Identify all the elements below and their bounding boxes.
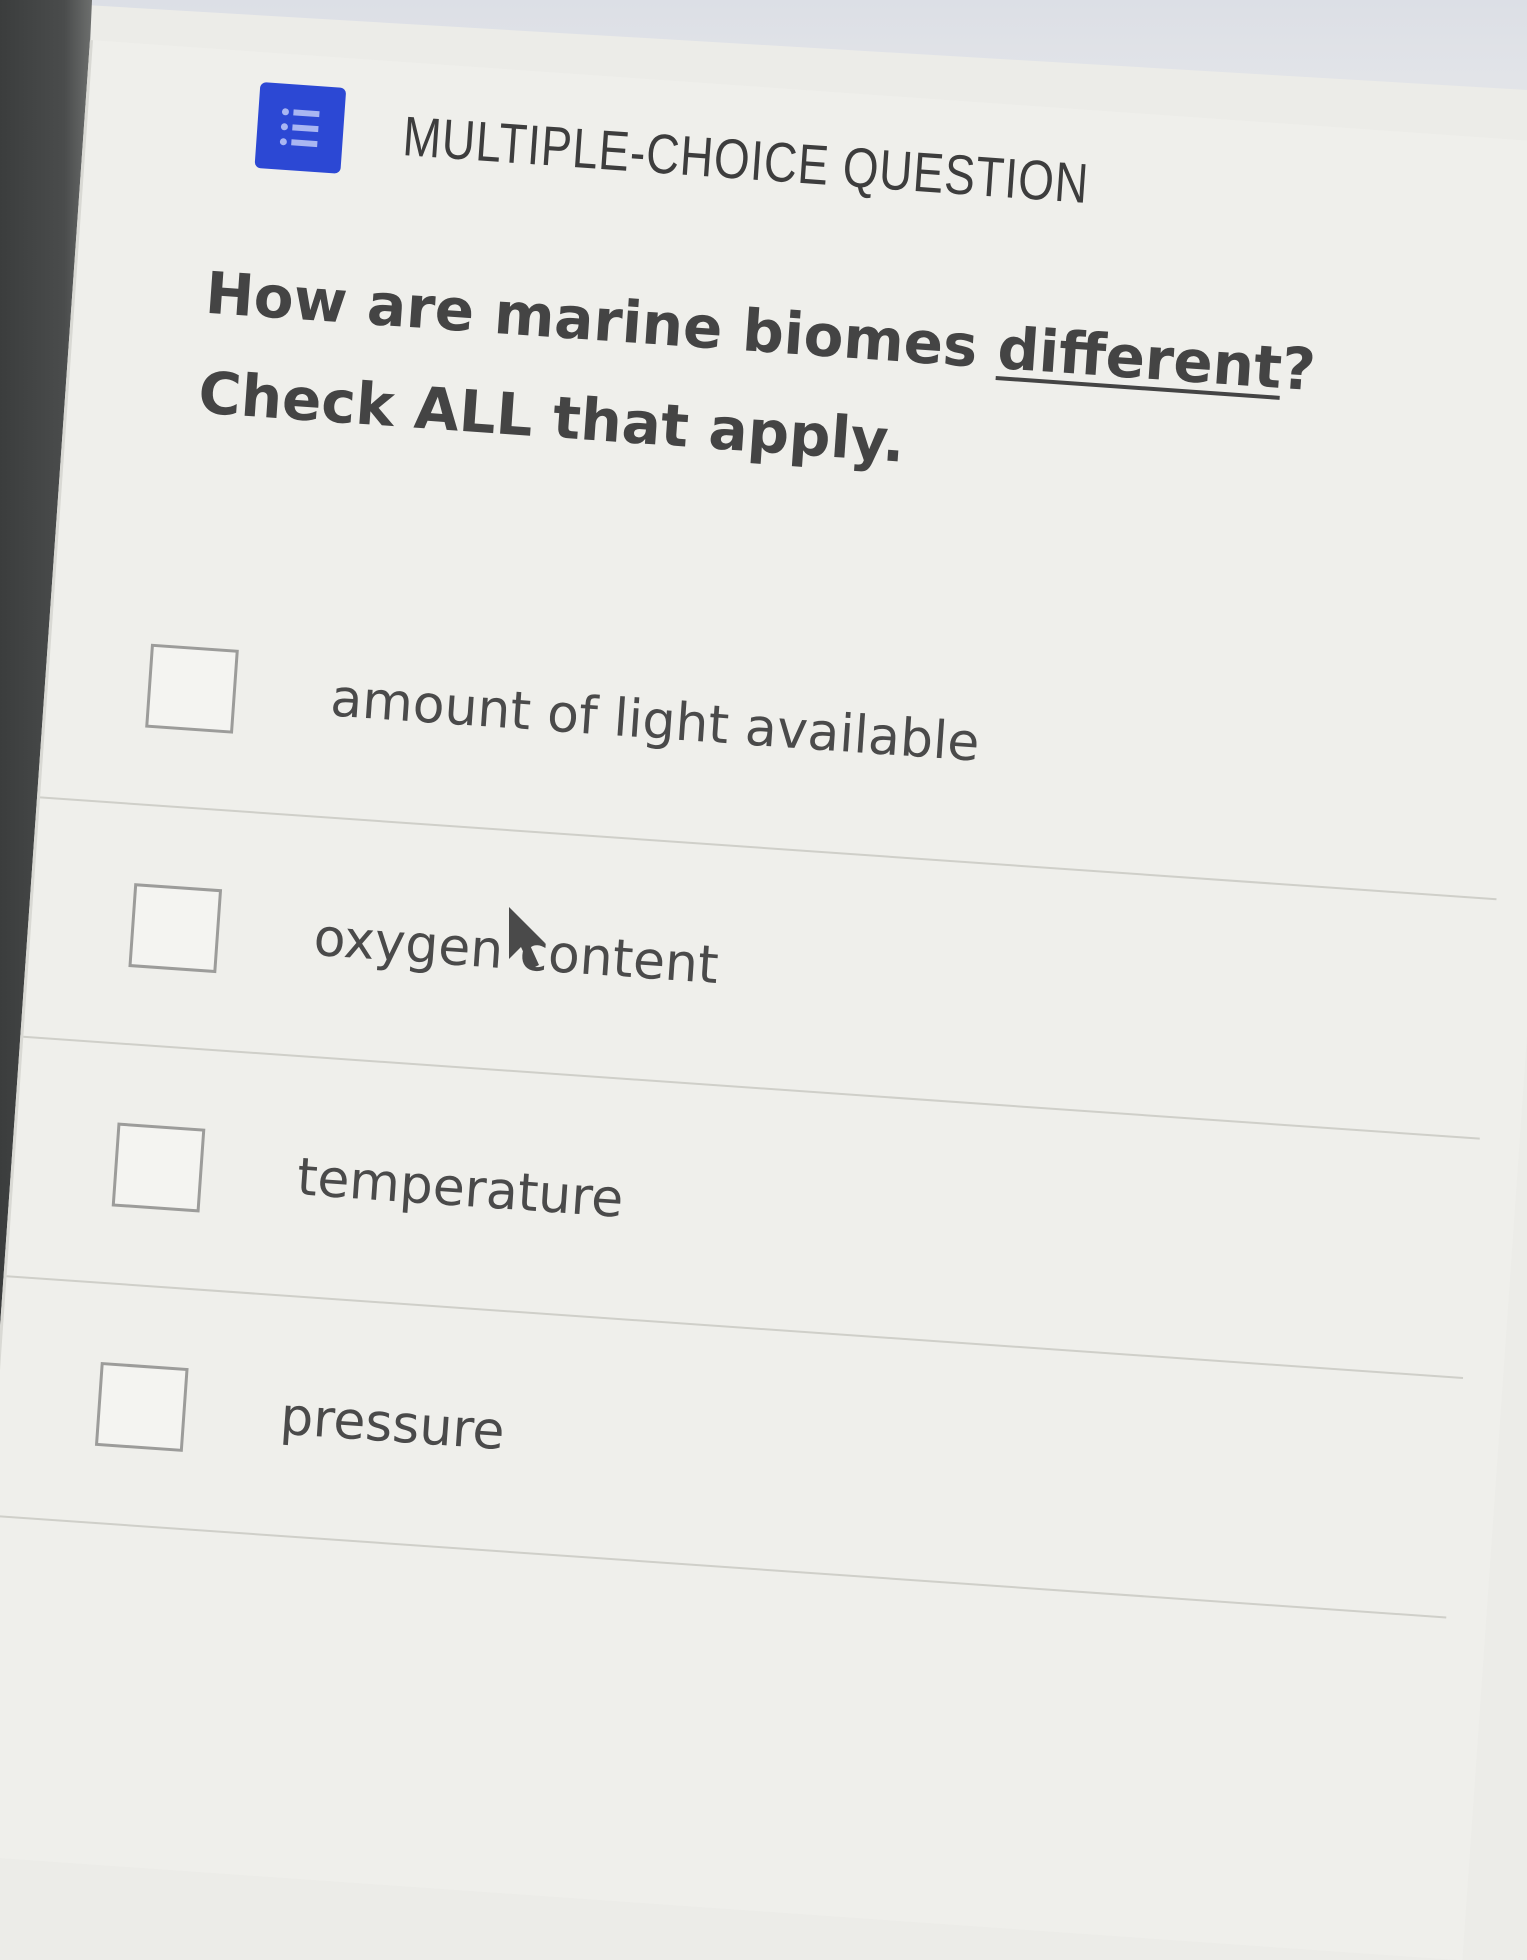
- mouse-cursor-icon: [509, 907, 545, 969]
- question-card: MULTIPLE-CHOICE QUESTION How are marine …: [0, 40, 1527, 1960]
- question-type-label: MULTIPLE-CHOICE QUESTION: [400, 103, 1091, 215]
- option-label[interactable]: amount of light available: [329, 668, 982, 773]
- option-checkbox[interactable]: [111, 1122, 206, 1213]
- list-icon: [254, 81, 347, 174]
- option-checkbox[interactable]: [94, 1361, 189, 1452]
- option-label[interactable]: pressure: [278, 1387, 506, 1463]
- prompt-text: How are marine biomes: [203, 258, 1001, 382]
- prompt-emphasis: different: [995, 314, 1285, 402]
- option-divider: [0, 1514, 1447, 1619]
- prompt-end: ?: [1279, 334, 1318, 405]
- question-instruction: Check ALL that apply.: [196, 358, 908, 476]
- question-header: MULTIPLE-CHOICE QUESTION: [254, 81, 1242, 236]
- option-checkbox[interactable]: [128, 883, 223, 974]
- option-checkbox[interactable]: [145, 643, 239, 734]
- option-label[interactable]: temperature: [295, 1147, 625, 1230]
